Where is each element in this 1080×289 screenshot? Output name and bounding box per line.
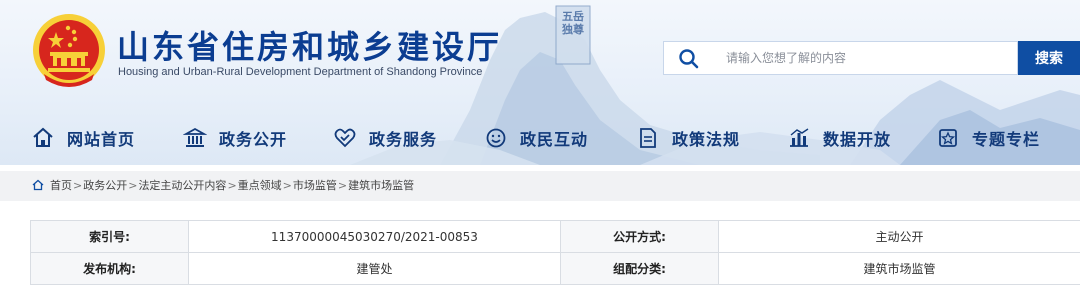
home-icon (33, 127, 53, 147)
disclosure-method-label: 公开方式: (560, 220, 719, 253)
nav-item-government-affairs[interactable]: 政务公开 (183, 118, 287, 158)
main-nav: 网站首页 政务公开 政务服务 政民互动 政策法规 数据开放 专题专栏 (0, 118, 1080, 158)
category-label: 组配分类: (560, 252, 719, 285)
disclosure-method-value: 主动公开 (718, 220, 1080, 253)
mountain-inscription: 五岳独尊 (562, 10, 584, 36)
nav-item-open-data[interactable]: 数据开放 (787, 118, 891, 158)
table-row: 发布机构: 建管处 组配分类: 建筑市场监管 (30, 252, 1080, 285)
breadcrumb-bar: 首页 > 政务公开 > 法定主动公开内容 > 重点领域 > 市场监管 > 建筑市… (0, 171, 1080, 201)
nav-item-home[interactable]: 网站首页 (31, 118, 135, 158)
handshake-icon (334, 128, 356, 148)
nav-item-public-interaction[interactable]: 政民互动 (484, 118, 588, 158)
search-box (663, 41, 1018, 75)
national-emblem-logo (33, 14, 105, 87)
table-row: 索引号: 11370000045030270/2021-00853 公开方式: … (30, 220, 1080, 253)
nav-item-policies-regulations[interactable]: 政策法规 (636, 118, 740, 158)
nav-item-label: 政民互动 (520, 130, 589, 149)
bar-chart-icon (790, 128, 809, 147)
nav-item-government-services[interactable]: 政务服务 (333, 118, 437, 158)
nav-item-special-topics[interactable]: 专题专栏 (936, 118, 1040, 158)
breadcrumb-separator: > (282, 178, 292, 192)
search-button[interactable]: 搜索 (1018, 41, 1080, 75)
index-number-label: 索引号: (30, 220, 189, 253)
interaction-icon (486, 128, 506, 148)
site-title: 山东省住房和城乡建设厅 (117, 28, 503, 66)
breadcrumb-item-statutory-disclosure[interactable]: 法定主动公开内容 (138, 177, 226, 193)
nav-item-label: 数据开放 (823, 130, 892, 149)
breadcrumb-item-key-areas[interactable]: 重点领域 (238, 177, 282, 193)
search-icon (679, 49, 699, 69)
breadcrumb-item-home[interactable]: 首页 (50, 177, 72, 193)
breadcrumb-separator: > (73, 178, 83, 192)
document-icon (640, 128, 656, 148)
nav-item-label: 政策法规 (672, 130, 741, 149)
nav-item-label: 专题专栏 (972, 130, 1041, 149)
category-value: 建筑市场监管 (718, 252, 1080, 285)
home-icon (32, 179, 44, 191)
breadcrumb-separator: > (337, 178, 348, 192)
special-topic-icon (939, 129, 957, 147)
government-building-icon (183, 127, 207, 147)
index-number-value: 11370000045030270/2021-00853 (188, 220, 561, 253)
publisher-label: 发布机构: (30, 252, 189, 285)
breadcrumb-item-construction-market-supervision[interactable]: 建筑市场监管 (348, 177, 414, 193)
breadcrumb-separator: > (128, 178, 138, 192)
site-header: 五岳独尊 山东省住房和城乡建设厅 Housing and Urban-Rural… (0, 0, 1080, 165)
breadcrumb-separator: > (227, 178, 237, 192)
search-input[interactable] (726, 43, 1011, 73)
document-info-table: 索引号: 11370000045030270/2021-00853 公开方式: … (30, 220, 1080, 285)
site-subtitle: Housing and Urban-Rural Development Depa… (118, 66, 483, 78)
breadcrumb: 首页 > 政务公开 > 法定主动公开内容 > 重点领域 > 市场监管 > 建筑市… (32, 177, 414, 193)
publisher-value: 建管处 (188, 252, 561, 285)
nav-item-label: 政务服务 (369, 130, 438, 149)
breadcrumb-item-government-affairs[interactable]: 政务公开 (83, 177, 127, 193)
nav-item-label: 政务公开 (219, 130, 288, 149)
breadcrumb-item-market-supervision[interactable]: 市场监管 (293, 177, 337, 193)
nav-item-label: 网站首页 (67, 130, 136, 149)
